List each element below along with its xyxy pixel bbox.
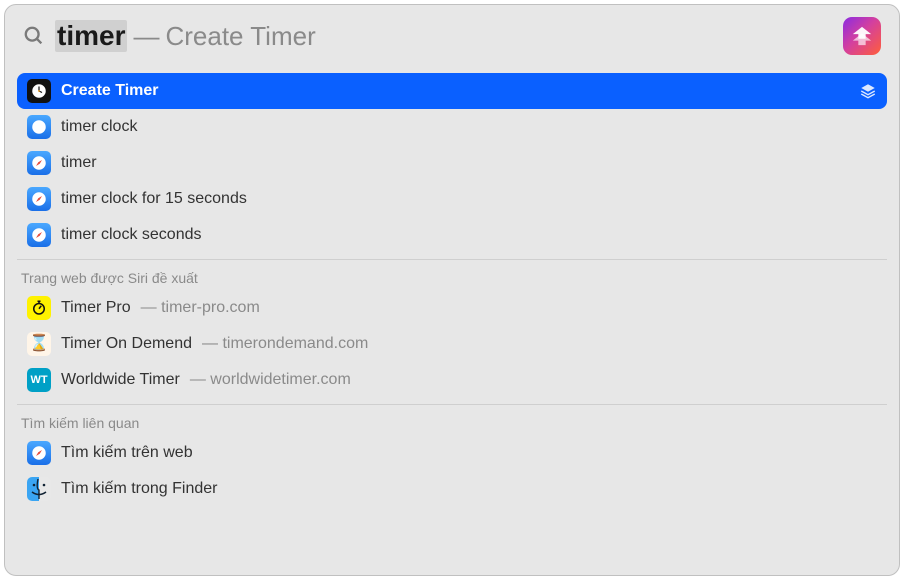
safari-icon [27, 441, 51, 465]
divider [17, 404, 887, 405]
result-title: Tìm kiếm trên web [61, 444, 193, 462]
spotlight-window: timer — Create Timer Create Timer [4, 4, 900, 576]
result-title: timer clock for 15 seconds [61, 190, 247, 208]
result-related-web[interactable]: Tìm kiếm trên web [17, 435, 887, 471]
search-dash: — [133, 21, 159, 52]
result-siri-web[interactable]: ⌛ Timer On Demend — timerondemand.com [17, 326, 887, 362]
result-related-finder[interactable]: Tìm kiếm trong Finder [17, 471, 887, 507]
results-list: Create Timer timer clock timer t [5, 67, 899, 575]
result-suggestion[interactable]: timer [17, 145, 887, 181]
section-header-siri-web: Trang web được Siri đề xuất [17, 262, 887, 290]
stack-icon [859, 82, 877, 100]
safari-icon [27, 187, 51, 211]
safari-icon [27, 223, 51, 247]
result-subtitle: — worldwidetimer.com [190, 371, 351, 389]
result-title: timer clock seconds [61, 226, 202, 244]
shortcuts-app-icon [843, 17, 881, 55]
search-icon [23, 25, 45, 47]
result-title: Tìm kiếm trong Finder [61, 480, 217, 498]
clock-icon [27, 79, 51, 103]
result-title: Timer Pro [61, 299, 131, 317]
divider [17, 259, 887, 260]
result-siri-web[interactable]: WT Worldwide Timer — worldwidetimer.com [17, 362, 887, 398]
result-title: timer [61, 154, 97, 172]
result-title: Worldwide Timer [61, 371, 180, 389]
result-subtitle: — timerondemand.com [202, 335, 368, 353]
wt-icon: WT [27, 368, 51, 392]
safari-icon [27, 115, 51, 139]
result-suggestion[interactable]: timer clock for 15 seconds [17, 181, 887, 217]
search-input[interactable]: timer — Create Timer [55, 20, 833, 52]
result-title: timer clock [61, 118, 137, 136]
result-suggestion[interactable]: timer clock [17, 109, 887, 145]
result-suggestion[interactable]: timer clock seconds [17, 217, 887, 253]
hourglass-icon: ⌛ [27, 332, 51, 356]
stopwatch-icon [27, 296, 51, 320]
result-top-hit[interactable]: Create Timer [17, 73, 887, 109]
result-title: Timer On Demend [61, 335, 192, 353]
safari-icon [27, 151, 51, 175]
search-suggestion: Create Timer [165, 21, 315, 52]
search-row: timer — Create Timer [5, 5, 899, 67]
result-siri-web[interactable]: Timer Pro — timer-pro.com [17, 290, 887, 326]
finder-icon [27, 477, 51, 501]
result-subtitle: — timer-pro.com [141, 299, 260, 317]
section-header-related: Tìm kiếm liên quan [17, 407, 887, 435]
search-query-text: timer [55, 20, 127, 52]
result-title: Create Timer [61, 82, 159, 100]
